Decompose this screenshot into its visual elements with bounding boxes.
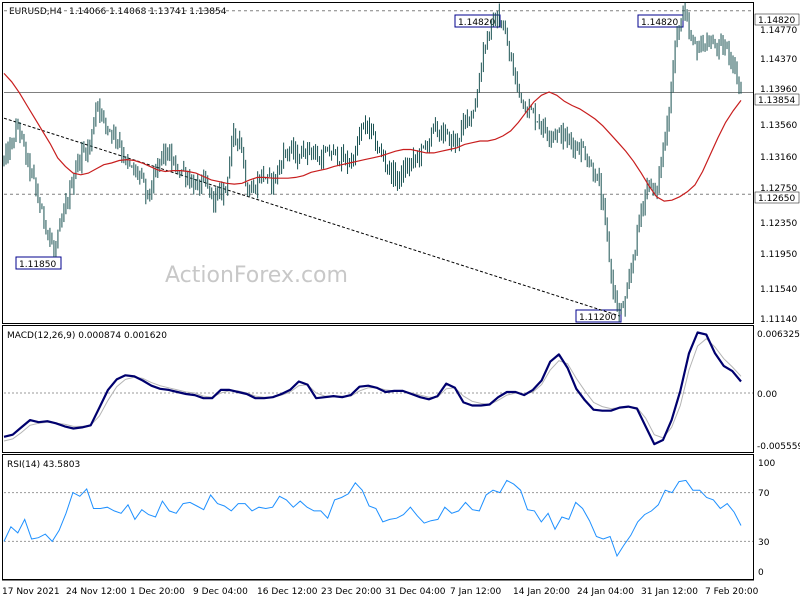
annotation-label: 1.14820 bbox=[641, 18, 678, 28]
time-tick-label: 14 Jan 20:00 bbox=[513, 587, 570, 597]
rsi-tick-label: 0 bbox=[758, 568, 764, 578]
macd-header: MACD(12,26,9) 0.000874 0.001620 bbox=[7, 331, 167, 341]
rsi-tick-label: 100 bbox=[758, 459, 775, 469]
time-tick-label: 7 Feb 20:00 bbox=[705, 587, 759, 597]
current-price-label: 1.13854 bbox=[758, 96, 795, 106]
price-tick-label: 1.13560 bbox=[760, 121, 797, 131]
macd-layer bbox=[3, 331, 753, 446]
time-tick-label: 7 Jan 12:00 bbox=[450, 587, 502, 597]
time-tick-label: 9 Dec 04:00 bbox=[193, 587, 248, 597]
symbol-label: EURUSD,H4 bbox=[9, 7, 62, 17]
macd-tick-label: 0.006325 bbox=[757, 330, 800, 340]
time-tick-label: 17 Nov 2021 bbox=[2, 587, 60, 597]
level-label: 1.14820 bbox=[758, 16, 795, 26]
time-tick-label: 16 Dec 12:00 bbox=[257, 587, 318, 597]
annotation-label: 1.11850 bbox=[19, 260, 56, 270]
price-tick-label: 1.12350 bbox=[760, 219, 797, 229]
price-tick-label: 1.11950 bbox=[760, 250, 797, 260]
time-tick-label: 24 Nov 12:00 bbox=[66, 587, 127, 597]
price-tick-label: 1.11140 bbox=[760, 315, 797, 325]
price-tick-label: 1.13160 bbox=[760, 153, 797, 163]
trading-chart: ActionForex.com EURUSD,H4 1.14066 1.1406… bbox=[2, 2, 800, 597]
price-tick-label: 1.14370 bbox=[760, 55, 797, 65]
macd-tick-label: 0.00 bbox=[757, 390, 777, 400]
time-tick-label: 24 Jan 04:00 bbox=[577, 587, 634, 597]
macd-tick-label: -0.005559 bbox=[757, 442, 800, 452]
price-tick-label: 1.13960 bbox=[760, 85, 797, 95]
annotation-label: 1.14820 bbox=[458, 18, 495, 28]
rsi-layer bbox=[3, 479, 753, 558]
time-tick-label: 31 Jan 12:00 bbox=[641, 587, 698, 597]
price-tick-label: 1.14770 bbox=[760, 26, 797, 36]
time-tick-label: 31 Dec 04:00 bbox=[385, 587, 446, 597]
price-header: EURUSD,H4 1.14066 1.14068 1.13741 1.1385… bbox=[9, 7, 227, 17]
price-tick-label: 1.11540 bbox=[760, 285, 797, 295]
rsi-panel-frame bbox=[2, 454, 754, 580]
rsi-header: RSI(14) 43.5803 bbox=[7, 460, 80, 470]
rsi-tick-label: 30 bbox=[758, 538, 770, 548]
watermark: ActionForex.com bbox=[165, 263, 348, 288]
annotation-label: 1.11200 bbox=[579, 313, 616, 323]
level-label: 1.12650 bbox=[758, 194, 795, 204]
macd-signal-line bbox=[3, 338, 742, 442]
rsi-line bbox=[3, 479, 742, 558]
time-tick-label: 1 Dec 20:00 bbox=[130, 587, 185, 597]
ohlc-values: 1.14066 1.14068 1.13741 1.13854 bbox=[69, 7, 227, 17]
price-layer bbox=[3, 2, 753, 322]
rsi-tick-label: 70 bbox=[758, 489, 770, 499]
price-panel-frame bbox=[2, 2, 754, 324]
time-tick-label: 23 Dec 20:00 bbox=[321, 587, 382, 597]
